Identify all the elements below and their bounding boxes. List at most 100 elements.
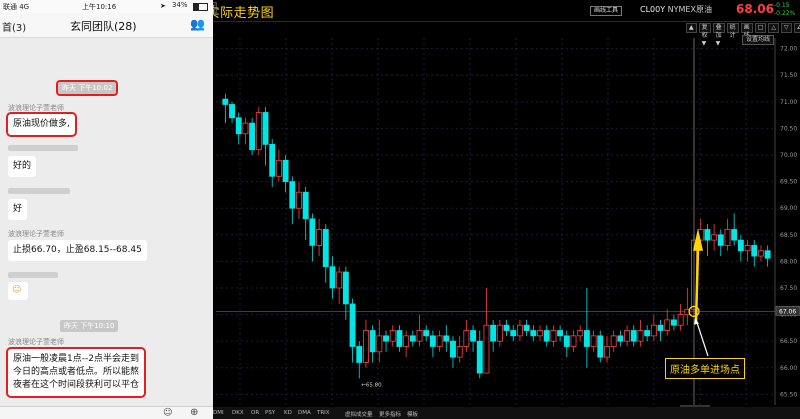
y-tick-label: 69.00 — [780, 205, 797, 212]
chart-tool-button[interactable]: ∠ — [793, 23, 800, 33]
draw-tool-button[interactable]: 画线工具 — [590, 6, 623, 16]
candle-body — [450, 340, 456, 358]
blurred-sender — [8, 188, 70, 194]
candle-body — [262, 112, 269, 145]
indicator-tab[interactable]: OR — [251, 410, 259, 416]
chat-message: 好的 — [8, 156, 37, 177]
candle-body — [563, 335, 570, 347]
candle-body — [302, 191, 309, 220]
candle-body — [624, 330, 631, 342]
candle-body — [443, 335, 450, 342]
candle-body — [476, 340, 483, 374]
back-button[interactable]: 首(3) — [2, 19, 26, 34]
y-tick-label: 67.50 — [780, 285, 797, 292]
y-tick-label: 71.00 — [780, 99, 797, 106]
candle-body — [530, 330, 537, 337]
candle-body — [429, 335, 436, 347]
y-tick-label: 71.50 — [780, 72, 797, 79]
candle-body — [423, 330, 430, 337]
message-line: 原油一般凌晨1点--2点半会走到 — [13, 354, 139, 364]
indicator-tab[interactable]: 虚拟成交量 — [345, 410, 373, 418]
candle-body — [316, 229, 323, 246]
candle-body — [470, 330, 477, 342]
candle-body — [670, 319, 677, 326]
y-tick-label: 72.00 — [780, 46, 797, 53]
chart-tool-button[interactable]: 统计 — [726, 23, 739, 39]
chat-screenshot: 联通 4G 上午10:16 ➤ 34% 首(3) 玄同团队(28) 👥 昨天 下… — [0, 0, 213, 419]
candle-body — [222, 98, 229, 105]
candle-body — [336, 271, 343, 289]
candle-body — [242, 122, 249, 135]
candle-body — [362, 330, 369, 363]
indicator-tab[interactable]: TRIX — [317, 410, 330, 416]
change-value: -0.15 — [774, 2, 790, 9]
indicator-tab[interactable]: DMI — [213, 410, 224, 416]
candle-body — [416, 330, 423, 342]
y-tick-label: 70.00 — [780, 152, 797, 159]
chat-message: 原油一般凌晨1点--2点半会走到 今日的高点或者低点。所以能熬 夜者在这个时间段… — [5, 347, 147, 398]
candle-body — [590, 335, 597, 347]
indicator-tab[interactable]: DKX — [232, 410, 244, 416]
indicator-tab[interactable]: 模板 — [407, 410, 418, 418]
group-members-icon[interactable]: 👥 — [190, 17, 205, 31]
chart-tool-button[interactable]: ▲ — [686, 23, 697, 33]
candle-body — [329, 266, 336, 289]
candle-body — [664, 319, 671, 331]
emoji-icon[interactable]: ☺ — [163, 408, 172, 418]
chat-title: 玄同团队(28) — [70, 20, 137, 33]
candle-body — [396, 330, 403, 347]
chart-tool-button[interactable]: □ — [754, 23, 767, 33]
candle-body — [577, 330, 584, 337]
candle-body — [483, 324, 490, 374]
sender-name: 波浪理论子萱老师 — [8, 104, 64, 112]
candle-body — [296, 191, 302, 209]
ma-settings-button[interactable]: 设置均线 — [742, 35, 775, 45]
chart-tool-button[interactable]: ▽ — [780, 23, 792, 33]
last-price: 68.06 — [736, 2, 774, 16]
phone-status-bar: 联通 4G 上午10:16 ➤ 34% — [0, 0, 213, 13]
emoji-sticker-icon: ☺ — [8, 282, 28, 300]
candle-body — [617, 335, 624, 342]
candle-body — [704, 229, 711, 241]
candle-body — [610, 335, 617, 347]
chart-tool-button[interactable]: △ — [768, 23, 779, 33]
candle-body — [583, 330, 590, 347]
candle-body — [456, 346, 463, 358]
candle-body — [289, 181, 296, 209]
candle-body — [342, 271, 349, 305]
battery-icon — [193, 3, 208, 11]
indicator-tab[interactable]: PSY — [265, 410, 275, 416]
candle-body — [269, 143, 276, 177]
status-time: 上午10:16 — [82, 3, 117, 11]
chart-tool-button[interactable]: 复权▼ — [698, 23, 711, 47]
candle-body — [503, 324, 510, 331]
candle-body — [275, 159, 282, 177]
indicator-tab[interactable]: KD — [284, 410, 292, 416]
candle-body — [383, 335, 389, 342]
indicator-tab[interactable]: 更多指标 — [379, 410, 401, 418]
chat-message: 止损66.70，止盈68.15--68.45 — [8, 240, 147, 261]
add-icon[interactable]: ⊕ — [190, 407, 198, 418]
candle-body — [229, 104, 235, 119]
indicator-tab[interactable]: DMA — [298, 410, 311, 416]
y-tick-label: 66.50 — [780, 338, 797, 345]
candle-body — [597, 335, 604, 358]
chart-tool-button[interactable]: 叠加▼ — [712, 23, 725, 47]
price-change: -0.15 -0.22% — [774, 2, 795, 18]
candle-body — [764, 250, 771, 259]
change-percent: -0.22% — [774, 10, 796, 17]
candle-body — [637, 330, 644, 342]
candle-body — [751, 245, 758, 257]
candle-body — [322, 229, 329, 268]
y-tick-label: 68.00 — [780, 258, 797, 265]
candle-body — [630, 330, 637, 342]
chart-tool-button[interactable]: 画线 — [740, 23, 753, 39]
candle-body — [463, 330, 470, 347]
candle-body — [744, 245, 751, 252]
current-price-label: 67.06 — [779, 308, 796, 315]
location-icon: ➤ — [160, 2, 166, 10]
candle-body — [409, 335, 416, 342]
low-price-label: ←65.80 — [361, 382, 382, 388]
chat-timestamp: 昨天 下午10:02 — [55, 80, 119, 96]
candle-body — [657, 324, 664, 331]
